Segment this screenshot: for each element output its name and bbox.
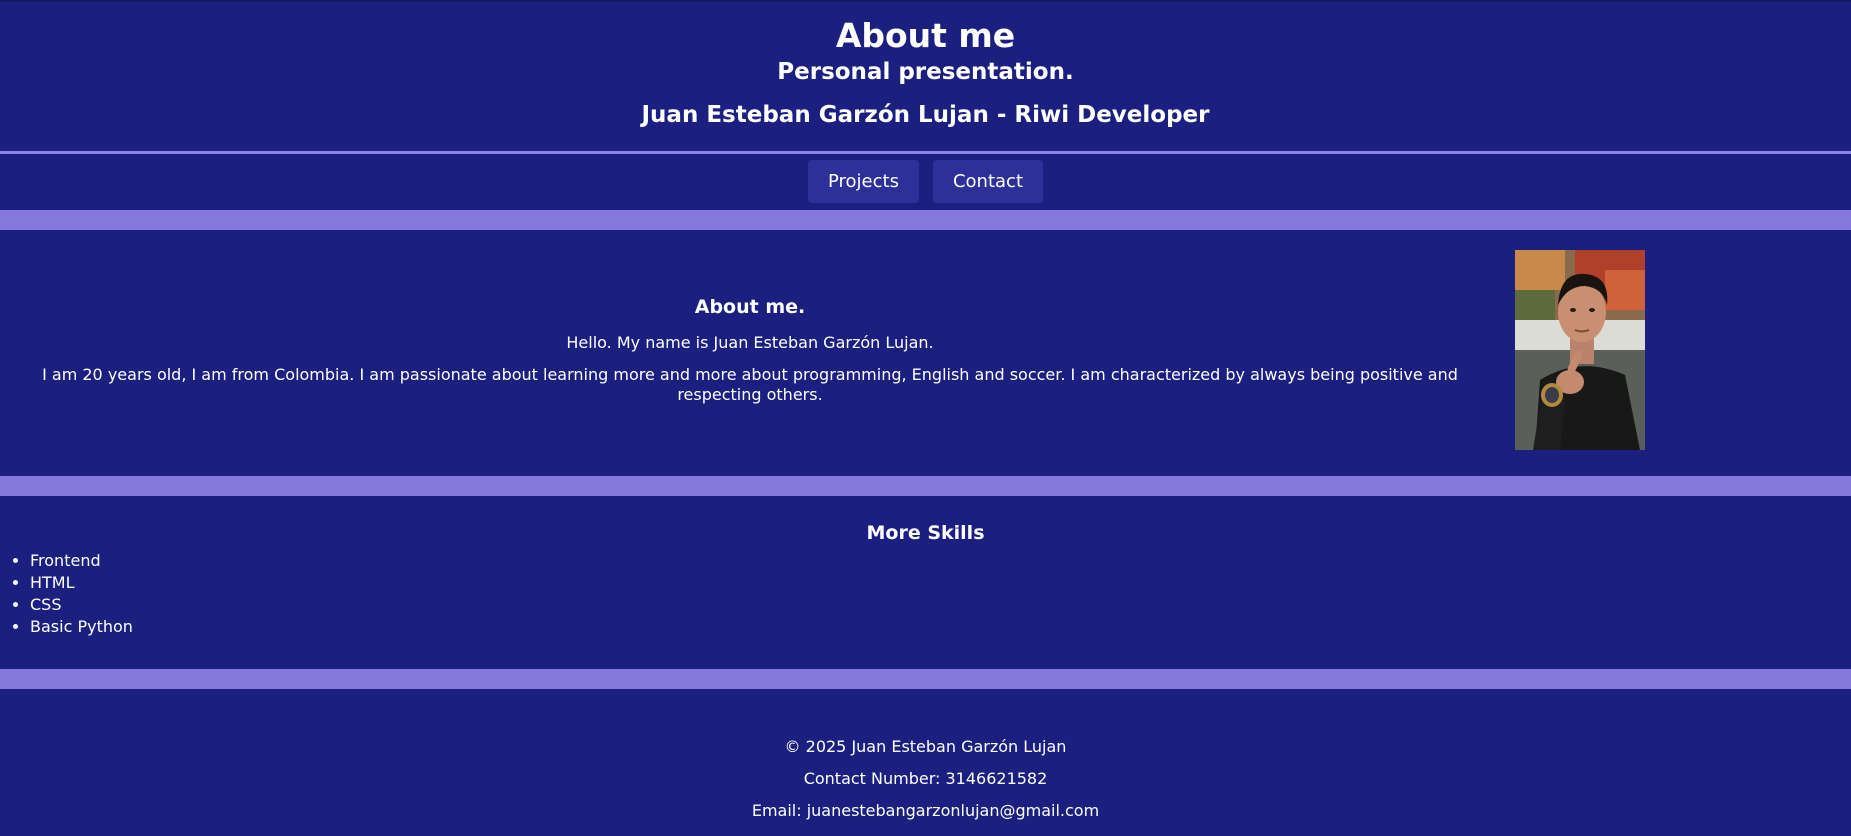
footer-contact-number: Contact Number: 3146621582 (803, 769, 1048, 788)
about-heading: About me. (694, 296, 806, 318)
section-divider (0, 476, 1851, 496)
footer-email: Email: juanestebangarzonlujan@gmail.com (751, 801, 1100, 820)
skill-item: Basic Python (30, 616, 133, 638)
skill-item: CSS (30, 594, 133, 616)
section-divider (0, 669, 1851, 689)
skills-list: Frontend HTML CSS Basic Python (0, 550, 133, 638)
nav-contact-button[interactable]: Contact (932, 160, 1043, 203)
page-title: About me (835, 16, 1016, 55)
skills-section: More Skills Frontend HTML CSS Basic Pyth… (0, 496, 1851, 669)
page-subtitle: Personal presentation. (777, 59, 1074, 85)
skill-item: Frontend (30, 550, 133, 572)
skills-heading: More Skills (866, 522, 985, 544)
about-description: I am 20 years old, I am from Colombia. I… (42, 365, 1458, 404)
page-footer: © 2025 Juan Esteban Garzón Lujan Contact… (0, 689, 1851, 836)
about-intro: Hello. My name is Juan Esteban Garzón Lu… (566, 333, 934, 352)
section-divider (0, 210, 1851, 230)
page-header: About me Personal presentation. Juan Est… (0, 2, 1851, 154)
about-section: About me. Hello. My name is Juan Esteban… (0, 230, 1851, 476)
skill-item: HTML (30, 572, 133, 594)
nav-projects-button[interactable]: Projects (808, 160, 919, 203)
profile-photo (1515, 250, 1645, 450)
footer-copyright: © 2025 Juan Esteban Garzón Lujan (784, 737, 1067, 756)
author-line: Juan Esteban Garzón Lujan - Riwi Develop… (641, 102, 1210, 128)
main-nav: Projects Contact (0, 154, 1851, 210)
